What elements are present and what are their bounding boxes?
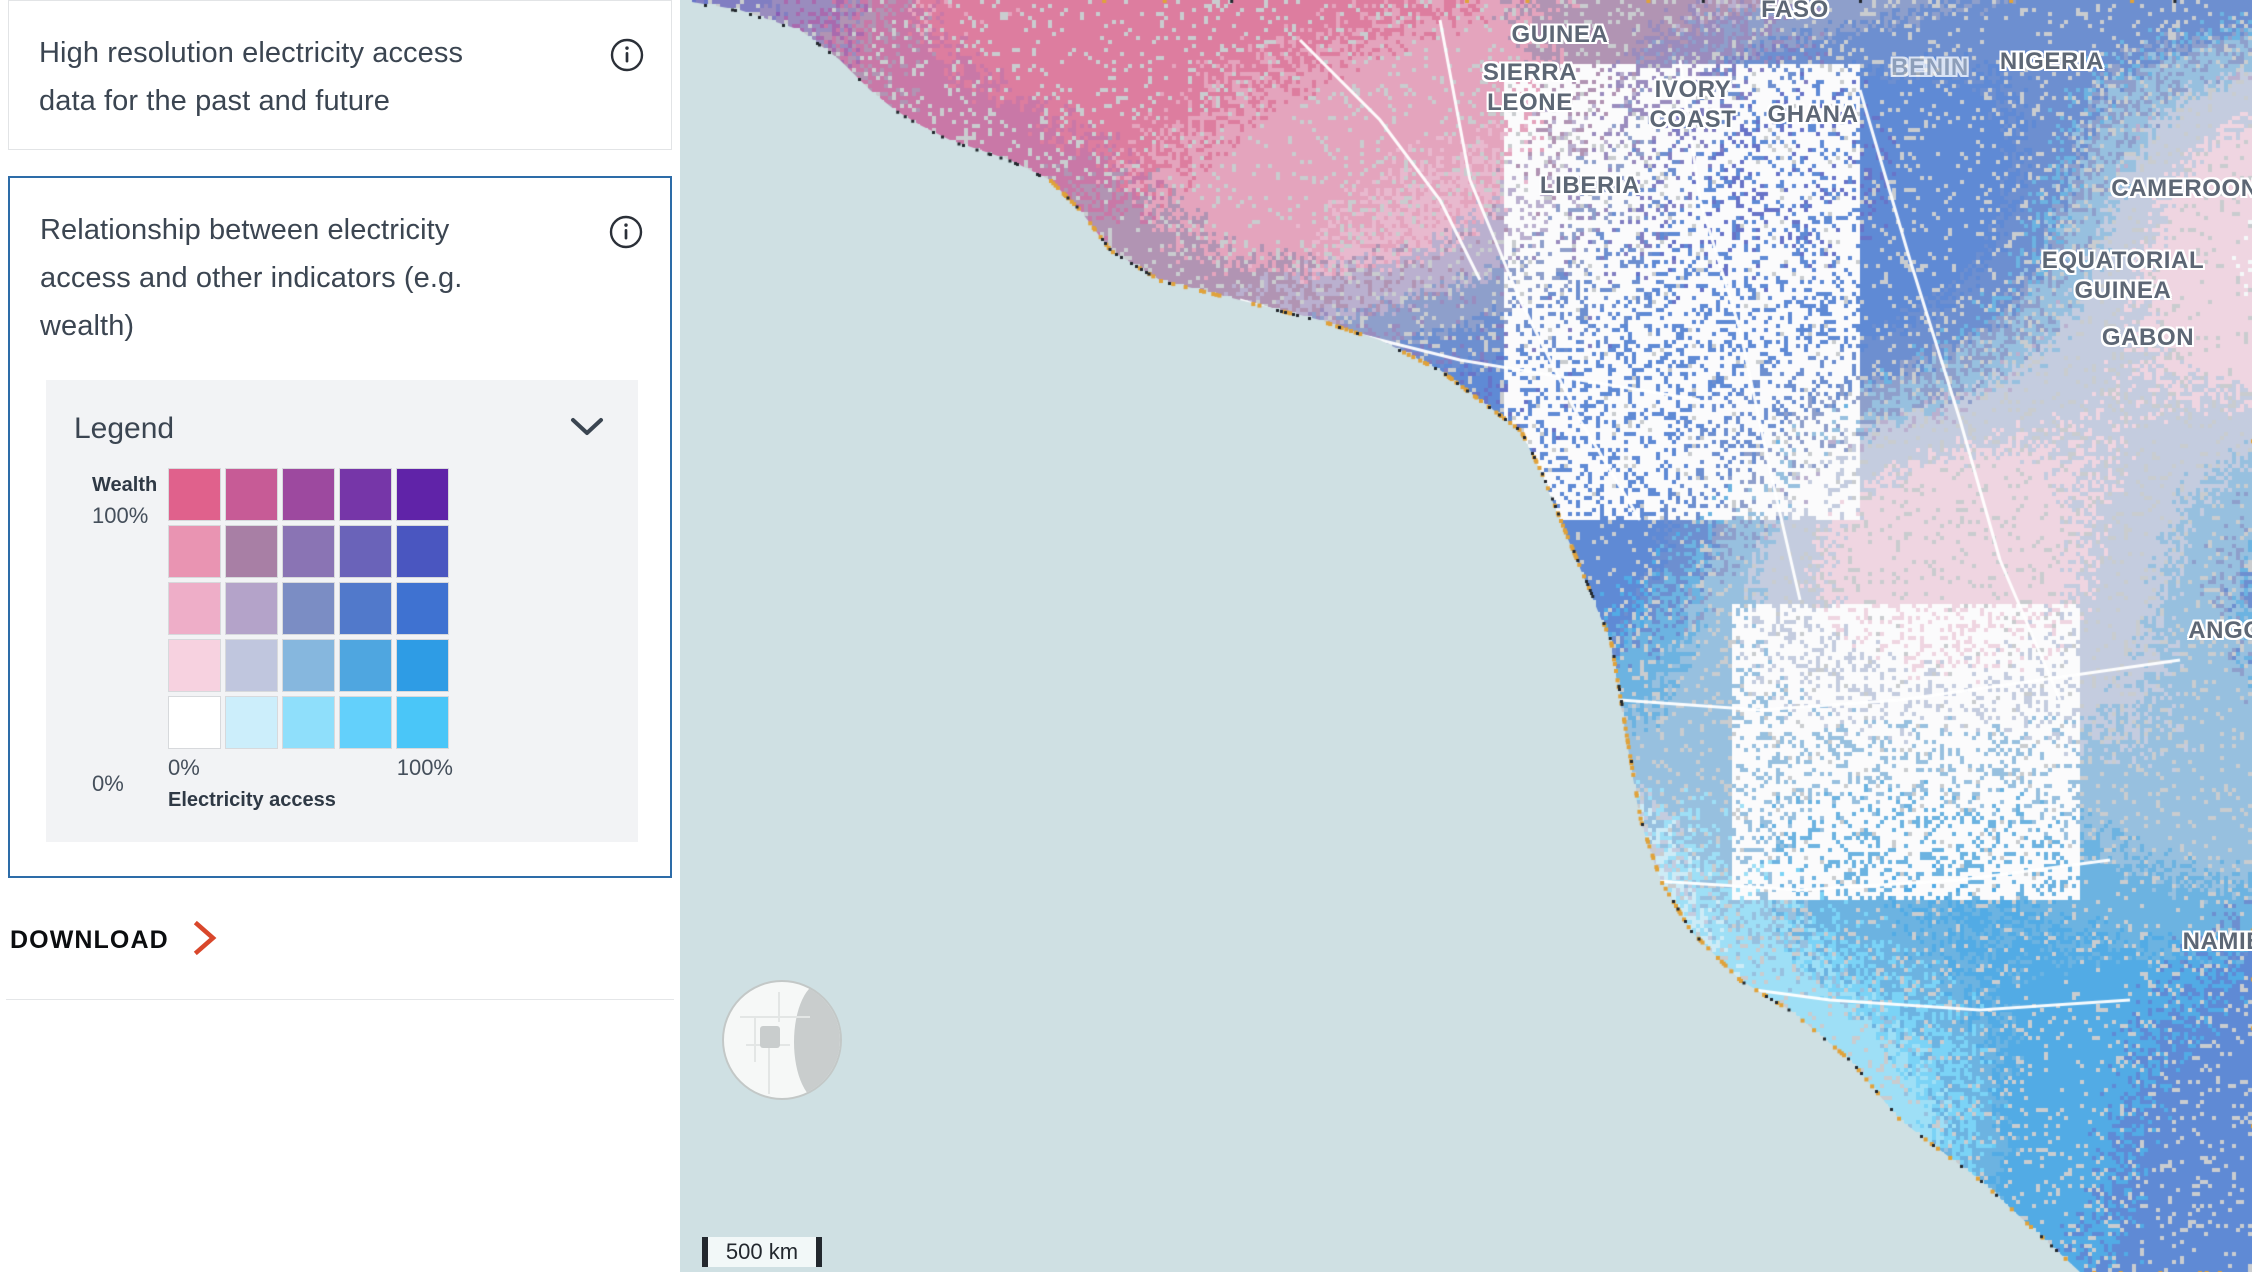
legend-panel: Legend Wealth 100% 0% 0% 100% Electricit… — [46, 380, 638, 842]
legend-swatch-r0-c3 — [339, 468, 392, 521]
card-title: High resolution electricity access data … — [39, 37, 464, 117]
app-root: High resolution electricity access data … — [0, 0, 2252, 1272]
legend-body: Wealth 100% 0% 0% 100% Electricity acces… — [74, 468, 612, 812]
legend-swatch-r1-c1 — [225, 525, 278, 578]
legend-x-max-label: 100% — [396, 755, 453, 780]
legend-swatch-r3-c4 — [396, 639, 449, 692]
legend-swatch-r0-c1 — [225, 468, 278, 521]
legend-swatch-r1-c0 — [168, 525, 221, 578]
legend-swatch-r1-c3 — [339, 525, 392, 578]
info-circle-icon[interactable] — [608, 206, 644, 250]
legend-header[interactable]: Legend — [74, 402, 612, 468]
legend-x-axis: 0% 100% — [168, 749, 453, 781]
legend-swatch-r0-c0 — [168, 468, 221, 521]
legend-swatch-r4-c3 — [339, 696, 392, 749]
legend-swatch-r2-c3 — [339, 582, 392, 635]
download-label: DOWNLOAD — [10, 926, 169, 954]
legend-swatch-r3-c1 — [225, 639, 278, 692]
globe-locator-icon[interactable] — [722, 980, 842, 1100]
legend-x-min-label: 0% — [168, 755, 200, 780]
legend-swatch-r1-c2 — [282, 525, 335, 578]
legend-title: Legend — [74, 412, 175, 445]
legend-swatch-r0-c4 — [396, 468, 449, 521]
legend-swatch-r2-c4 — [396, 582, 449, 635]
legend-y-axis-title: Wealth — [92, 474, 158, 496]
legend-matrix-row — [168, 582, 612, 635]
map-scale-bar: 500 km — [702, 1232, 822, 1272]
legend-swatch-r4-c1 — [225, 696, 278, 749]
legend-swatch-r2-c1 — [225, 582, 278, 635]
legend-swatch-r2-c2 — [282, 582, 335, 635]
info-circle-icon[interactable] — [609, 29, 645, 73]
chevron-right-icon[interactable] — [191, 920, 221, 961]
legend-y-min-label: 0% — [92, 771, 124, 796]
card-title: Relationship between electricity access … — [40, 214, 463, 342]
legend-matrix-wrap: 0% 100% Electricity access — [168, 468, 612, 812]
legend-matrix-row — [168, 696, 612, 749]
sidebar-divider — [6, 999, 674, 1000]
legend-swatch-r2-c0 — [168, 582, 221, 635]
chevron-down-icon[interactable] — [570, 416, 612, 443]
legend-swatch-r3-c0 — [168, 639, 221, 692]
legend-swatch-r1-c4 — [396, 525, 449, 578]
legend-x-axis-title: Electricity access — [168, 789, 336, 811]
card-header: Relationship between electricity access … — [10, 178, 670, 374]
legend-y-axis: Wealth 100% 0% — [74, 468, 168, 812]
card-relationship-indicators[interactable]: Relationship between electricity access … — [8, 176, 672, 878]
legend-y-max-label: 100% — [92, 503, 149, 528]
legend-swatch-r4-c0 — [168, 696, 221, 749]
card-header: High resolution electricity access data … — [9, 1, 671, 149]
legend-color-matrix — [168, 468, 612, 749]
legend-swatch-r4-c4 — [396, 696, 449, 749]
legend-swatch-r3-c2 — [282, 639, 335, 692]
map-canvas[interactable]: GUINEA SIERRA LEONE LIBERIA IVORY COAST GHAN… — [680, 0, 2252, 1272]
card-high-resolution-data[interactable]: High resolution electricity access data … — [8, 0, 672, 150]
legend-matrix-row — [168, 525, 612, 578]
scale-bar-label: 500 km — [725, 1239, 799, 1264]
download-button[interactable]: DOWNLOAD — [0, 878, 680, 999]
legend-swatch-r3-c3 — [339, 639, 392, 692]
legend-swatch-r0-c2 — [282, 468, 335, 521]
legend-swatch-r4-c2 — [282, 696, 335, 749]
legend-matrix-row — [168, 468, 612, 521]
sidebar: High resolution electricity access data … — [0, 0, 680, 1272]
legend-matrix-row — [168, 639, 612, 692]
map-raster — [680, 0, 2252, 1272]
